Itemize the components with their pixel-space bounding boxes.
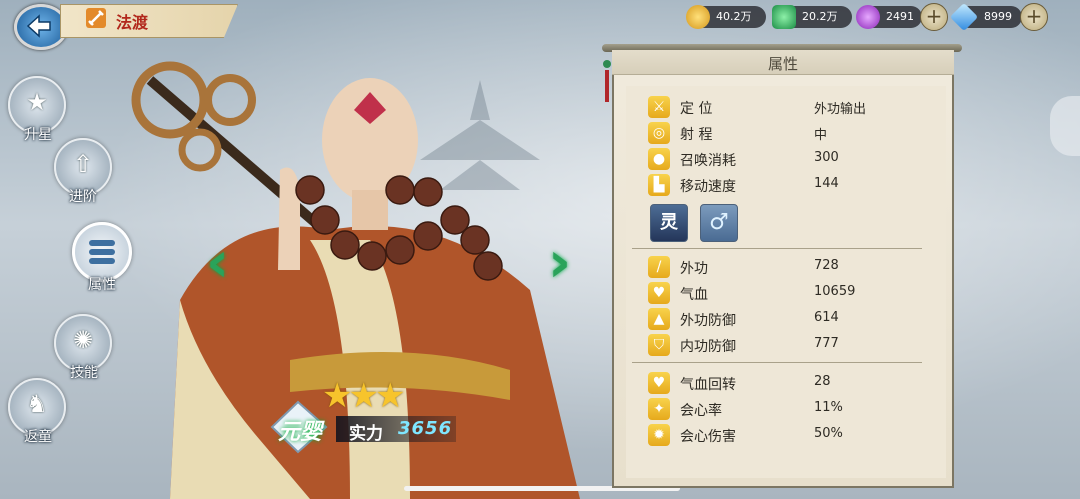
resource-spirit-value: 2491 (886, 10, 914, 23)
attr-value: 28 (814, 374, 831, 389)
attr-label: 气血回转 (680, 377, 736, 393)
attr-label: 会心伤害 (680, 429, 736, 445)
resource-jade: 20.2万 (772, 5, 852, 29)
attribute-panel-body (626, 86, 946, 478)
attr-value: 614 (814, 310, 839, 325)
green-gem-icon (772, 5, 796, 29)
power-label: 实力 (349, 424, 383, 444)
menu-skills-label: 技能 (70, 365, 98, 381)
attr-value: 外功输出 (814, 102, 867, 117)
tassel-icon (603, 60, 611, 102)
menu-rebirth-label: 返童 (24, 429, 52, 445)
gender-label: ♂ (709, 210, 729, 235)
hero-rank: 元婴 (278, 420, 323, 445)
attr-label: 召唤消耗 (680, 153, 736, 169)
panel-title: 属性 (767, 55, 798, 73)
attr-value: 50% (814, 426, 843, 441)
drop-icon: ● (648, 148, 670, 170)
resource-diamond: 8999 (949, 2, 1022, 32)
attr-label: 气血 (680, 287, 708, 303)
menu-advance-label: 进阶 (69, 189, 97, 205)
attr-value: 11% (814, 400, 843, 415)
next-hero-arrow[interactable]: › (548, 230, 571, 295)
resource-gold-value: 40.2万 (716, 10, 752, 23)
resource-diamond-value: 8999 (984, 10, 1012, 23)
sword-icon (86, 8, 106, 28)
shield-icon: ⛉ (648, 334, 670, 356)
attr-value: 10659 (814, 284, 856, 299)
attr-value: 728 (814, 258, 839, 273)
gold-coin-icon (686, 5, 710, 29)
rocking-horse-icon: ♞ (26, 390, 48, 418)
attr-label: 外功防御 (680, 313, 736, 329)
attr-label: 会心率 (680, 403, 722, 419)
sword-icon: ⚔ (648, 96, 670, 118)
spirit-class-icon[interactable]: 灵 (650, 204, 688, 242)
male-icon[interactable]: ♂ (700, 204, 738, 242)
attr-value: 300 (814, 150, 839, 165)
add-spirit-button[interactable]: + (920, 3, 948, 31)
resource-jade-value: 20.2万 (802, 10, 838, 23)
attr-label: 定 位 (680, 101, 713, 117)
next-page-handle[interactable] (1050, 96, 1080, 156)
divider (632, 248, 922, 249)
star-icon: ★ (374, 376, 406, 416)
attr-value: 中 (814, 128, 828, 143)
stars-icon: ★ (26, 88, 48, 116)
attr-label: 外功 (680, 261, 708, 277)
back-button[interactable] (14, 4, 68, 50)
arrow-up-icon: ⇧ (72, 150, 94, 178)
attr-value: 144 (814, 176, 839, 191)
menu-star-up-label: 升星 (24, 127, 52, 143)
purple-swirl-icon (856, 5, 880, 29)
spirit-class-label: 灵 (660, 212, 678, 233)
back-arrow-icon (26, 14, 51, 38)
resource-gold: 40.2万 (686, 5, 766, 29)
prev-hero-arrow[interactable]: ‹ (206, 230, 229, 295)
burst-icon: ✹ (648, 424, 670, 446)
armor-icon: ▲ (648, 308, 670, 330)
add-diamond-button[interactable]: + (1020, 3, 1048, 31)
attr-label: 移动速度 (680, 179, 736, 195)
target-icon: ◎ (648, 122, 670, 144)
heal-heart-icon: ♥ (648, 372, 670, 394)
heart-icon: ♥ (648, 282, 670, 304)
attr-label: 射 程 (680, 127, 713, 143)
crit-icon: ✦ (648, 398, 670, 420)
attr-label: 内功防御 (680, 339, 736, 355)
boot-icon: ▙ (648, 174, 670, 196)
power-value: 3656 (398, 418, 453, 439)
attr-value: 777 (814, 336, 839, 351)
blade-icon: / (648, 256, 670, 278)
skill-sun-icon: ✺ (72, 326, 94, 354)
resource-spirit: 2491 (856, 5, 922, 29)
hero-name: 法渡 (116, 13, 149, 32)
divider (632, 362, 922, 363)
